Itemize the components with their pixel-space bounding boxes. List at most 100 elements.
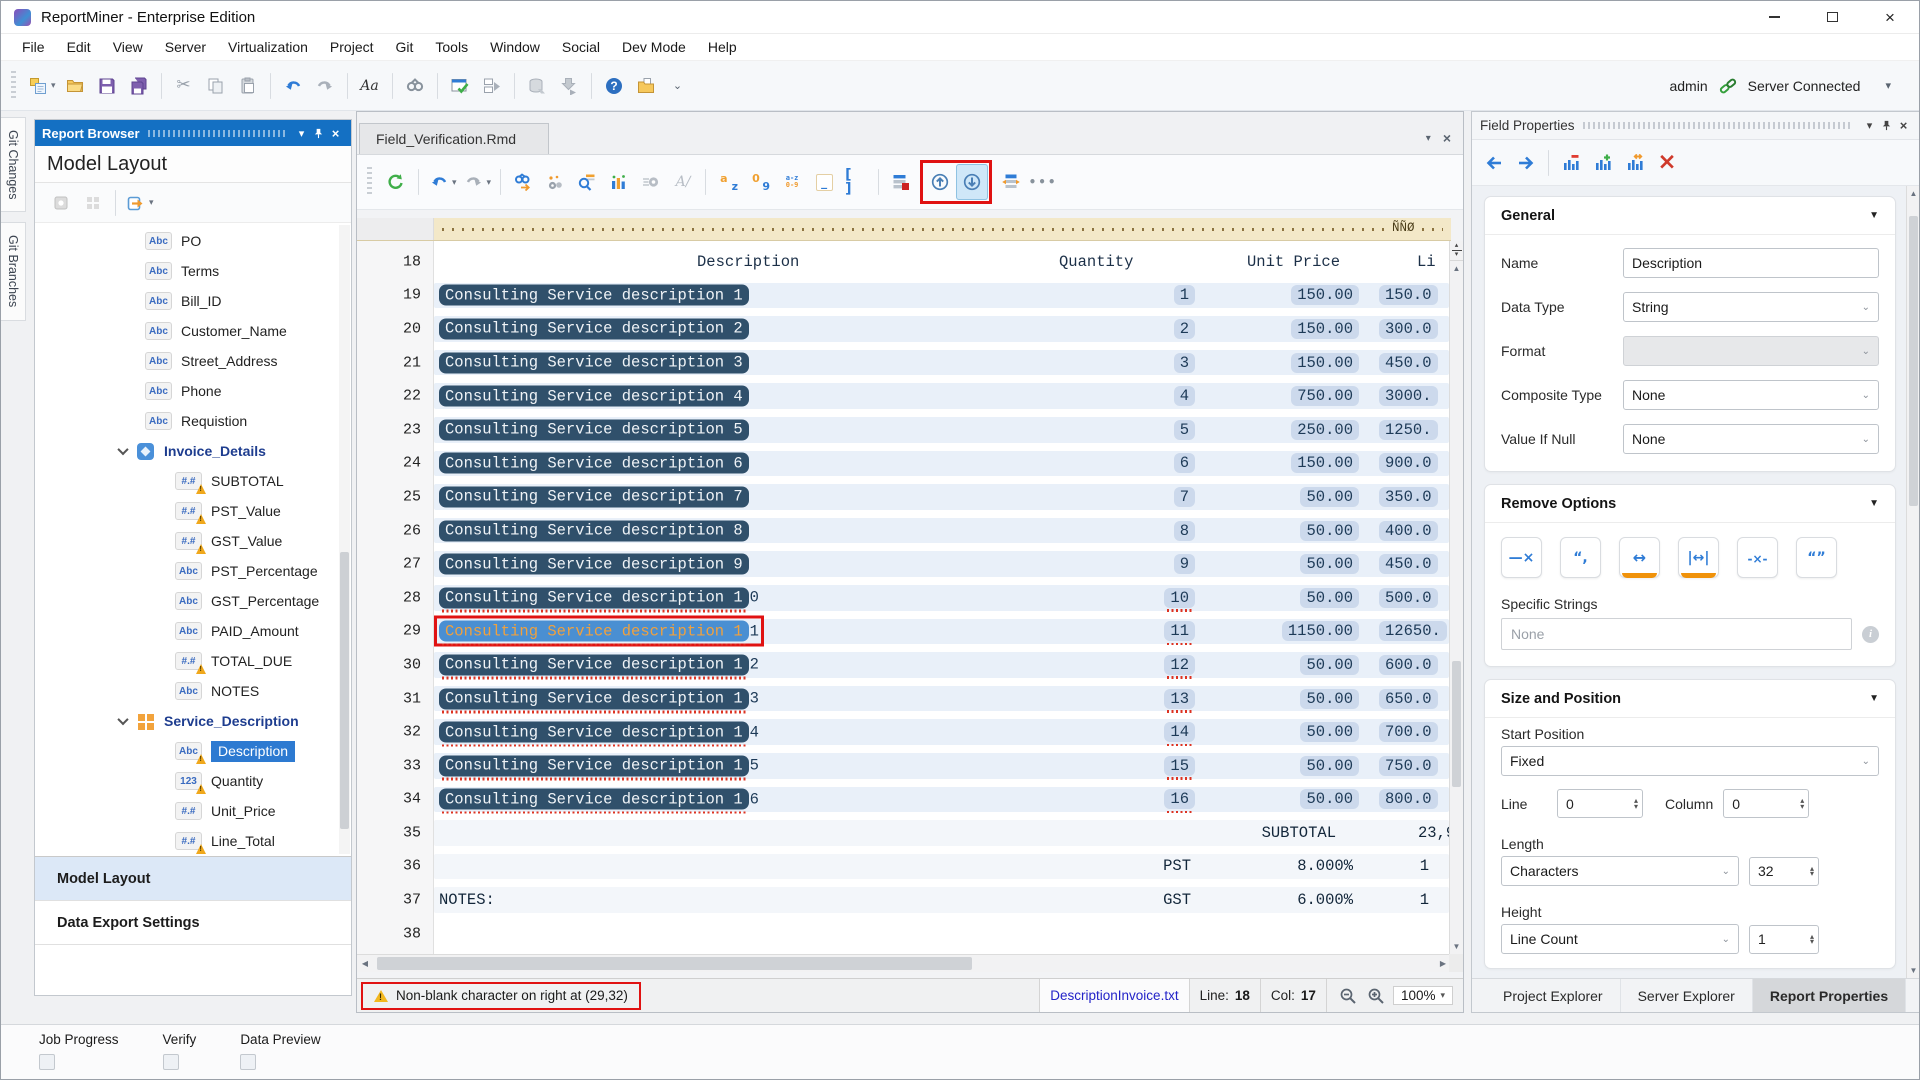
description-cell[interactable]: Consulting Service description 3 <box>439 352 749 373</box>
menu-item[interactable]: Project <box>319 36 385 58</box>
property-control[interactable]: None⌄ <box>1623 424 1879 454</box>
toolbar-button[interactable] <box>1510 145 1542 181</box>
toolbar-button[interactable] <box>705 169 706 195</box>
toolbar-button[interactable]: A∕ <box>667 164 699 200</box>
toolbar-button[interactable]: × <box>1651 145 1683 181</box>
toolbar-button[interactable]: ✂ <box>168 68 200 104</box>
toolbar-button[interactable] <box>591 73 592 99</box>
collapse-icon[interactable]: ▼ <box>1869 210 1879 221</box>
quantity-cell[interactable]: 16 <box>1164 789 1195 809</box>
unit-price-cell[interactable]: 50.00 <box>1300 689 1359 709</box>
explorer-tab[interactable]: Server Explorer <box>1621 979 1753 1012</box>
quantity-cell[interactable]: 3 <box>1174 353 1195 373</box>
toolbar-button[interactable] <box>1619 145 1651 181</box>
remove-option-button[interactable]: “, <box>1560 537 1601 578</box>
length-stepper[interactable]: 32▴▾ <box>1749 857 1819 886</box>
line-total-cell[interactable]: 450.0 <box>1379 554 1438 574</box>
unit-price-cell[interactable]: 50.00 <box>1300 655 1359 675</box>
tree-item[interactable]: Abc Bill_ID <box>35 286 351 316</box>
toolbar-button[interactable] <box>1555 145 1587 181</box>
tree-item[interactable]: Abc PST_Percentage <box>35 556 351 586</box>
menu-item[interactable]: View <box>102 36 154 58</box>
menu-item[interactable]: Server <box>154 36 217 58</box>
scroll-up-icon[interactable]: ▲ <box>1450 261 1463 276</box>
height-stepper[interactable]: 1▴▾ <box>1749 925 1819 954</box>
quantity-cell[interactable]: 13 <box>1164 689 1195 709</box>
quantity-cell[interactable]: 4 <box>1174 386 1195 406</box>
description-cell[interactable]: Consulting Service description 15 <box>439 755 759 776</box>
toolbar-button[interactable] <box>59 68 91 104</box>
toolbar-button[interactable] <box>1548 150 1549 176</box>
quantity-cell[interactable]: 1 <box>1174 285 1195 305</box>
vertical-scrollbar[interactable]: ▴▾ ▲ ▼ <box>1449 241 1463 954</box>
menu-item[interactable]: Social <box>551 36 611 58</box>
tree-item[interactable]: Abc Street_Address <box>35 346 351 376</box>
toolbar-button[interactable] <box>878 169 879 195</box>
toolbar-button[interactable] <box>380 164 412 200</box>
toolbar-overflow-icon[interactable]: ▾ <box>1885 79 1897 92</box>
toolbar-button[interactable] <box>444 68 476 104</box>
property-control[interactable]: None⌄ <box>1623 380 1879 410</box>
close-button[interactable]: × <box>1861 1 1919 33</box>
menu-item[interactable]: Tools <box>424 36 479 58</box>
remove-option-button[interactable]: “” <box>1796 537 1837 578</box>
bottom-bar-item[interactable]: Job Progress <box>39 1032 119 1079</box>
menu-item[interactable]: Window <box>479 36 551 58</box>
toolbar-grip[interactable] <box>367 167 372 197</box>
toolbar-button[interactable] <box>270 73 271 99</box>
toolbar-button[interactable] <box>630 68 662 104</box>
section-header[interactable]: General▼ <box>1485 197 1895 235</box>
explorer-tab[interactable]: Report Properties <box>1753 979 1906 1012</box>
remove-option-button[interactable]: ↔ <box>1619 537 1660 578</box>
tree-item[interactable]: Abc PAID_Amount <box>35 616 351 646</box>
description-cell[interactable]: Consulting Service description 5 <box>439 419 749 440</box>
description-cell[interactable]: Consulting Service description 13 <box>439 688 759 709</box>
menu-item[interactable]: Dev Mode <box>611 36 697 58</box>
toolbar-button[interactable] <box>123 68 155 104</box>
toolbar-button[interactable] <box>995 164 1027 200</box>
line-total-cell[interactable]: 650.0 <box>1379 689 1438 709</box>
toolbar-button[interactable] <box>460 164 495 200</box>
section-header[interactable]: Remove Options▼ <box>1485 485 1895 523</box>
tree-item[interactable]: #.# Unit_Price <box>35 796 351 826</box>
toolbar-button[interactable] <box>500 169 501 195</box>
toolbar-button[interactable] <box>161 73 162 99</box>
bottom-bar-item[interactable]: Data Preview <box>240 1032 320 1079</box>
toolbar-button[interactable] <box>924 164 956 200</box>
description-cell[interactable]: Consulting Service description 14 <box>439 722 759 743</box>
menu-item[interactable]: File <box>11 36 56 58</box>
mode-button[interactable]: Model Layout <box>35 857 351 901</box>
description-cell[interactable]: Consulting Service description 8 <box>439 520 749 541</box>
toolbar-button[interactable] <box>956 164 988 200</box>
description-cell[interactable]: Consulting Service description 10 <box>439 587 759 608</box>
toolbar-button[interactable] <box>418 169 419 195</box>
description-cell[interactable]: Consulting Service description 16 <box>439 789 759 810</box>
quantity-cell[interactable]: 5 <box>1174 420 1195 440</box>
section-header[interactable]: Size and Position▼ <box>1485 680 1895 718</box>
toolbar-button[interactable] <box>309 68 341 104</box>
toolbar-button[interactable] <box>514 73 515 99</box>
tree-item[interactable]: Abc PO <box>35 226 351 256</box>
menu-item[interactable]: Help <box>697 36 748 58</box>
unit-price-cell[interactable]: 50.00 <box>1300 521 1359 541</box>
description-cell[interactable]: Consulting Service description 6 <box>439 453 749 474</box>
property-control[interactable]: String⌄ <box>1623 292 1879 322</box>
tree-item[interactable]: #.# TOTAL_DUE <box>35 646 351 676</box>
menu-item[interactable]: Virtualization <box>217 36 319 58</box>
tree-item[interactable]: Abc Requistion <box>35 406 351 436</box>
close-panel-icon[interactable]: × <box>327 125 344 142</box>
toolbar-button[interactable] <box>232 68 264 104</box>
description-cell[interactable]: Consulting Service description 4 <box>439 386 749 407</box>
line-total-cell[interactable]: 400.0 <box>1379 521 1438 541</box>
horizontal-scrollbar[interactable]: ◀ ▶ <box>357 954 1451 972</box>
unit-price-cell[interactable]: 250.00 <box>1291 420 1359 440</box>
quantity-cell[interactable]: 12 <box>1164 655 1195 675</box>
pin-icon[interactable] <box>1878 117 1895 134</box>
tree-item[interactable]: Abc Terms <box>35 256 351 286</box>
tab-list-icon[interactable]: ▾ <box>1426 133 1431 144</box>
chevron-down-icon[interactable] <box>117 444 128 455</box>
menu-item[interactable]: Git <box>385 36 425 58</box>
scroll-down-icon[interactable]: ▼ <box>1907 963 1920 978</box>
property-control[interactable]: ⌄ <box>1623 336 1879 366</box>
toolbar-button[interactable] <box>91 68 123 104</box>
